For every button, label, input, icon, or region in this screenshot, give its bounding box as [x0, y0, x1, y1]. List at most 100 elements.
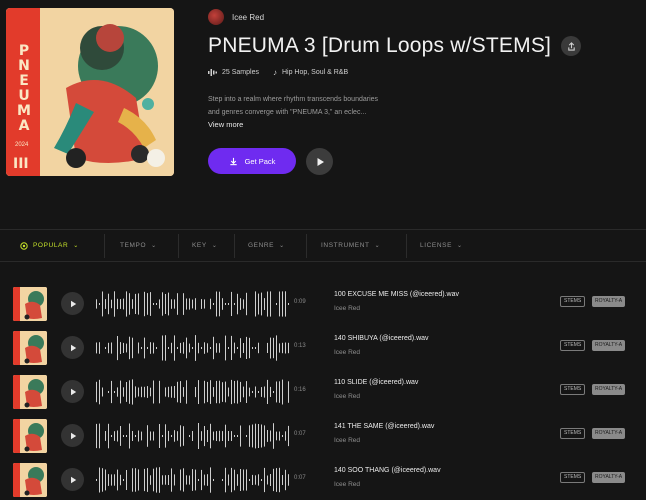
filter-license[interactable]: LICENSE ⌄ — [420, 230, 463, 261]
play-icon — [70, 432, 76, 439]
track-thumbnail — [13, 463, 47, 497]
track-author[interactable]: Icee Red — [334, 305, 360, 312]
track-thumbnail-art — [13, 419, 47, 453]
get-pack-button[interactable]: Get Pack — [208, 148, 296, 174]
chevron-down-icon: ⌄ — [374, 243, 381, 249]
stems-badge: STEMS — [560, 296, 586, 307]
filter-key[interactable]: KEY ⌄ — [192, 230, 217, 261]
filter-label: POPULAR — [33, 242, 69, 249]
track-title[interactable]: 140 SHIBUYA (@iceered).wav — [334, 335, 429, 342]
track-row[interactable]: 0:07 141 THE SAME (@iceered).wav Icee Re… — [0, 419, 646, 463]
track-waveform[interactable] — [96, 466, 291, 494]
play-icon — [317, 157, 324, 166]
genre-link[interactable]: ♪ Hip Hop, Soul & R&B — [273, 68, 348, 77]
track-row[interactable]: 0:07 140 SOO THANG (@iceered).wav Icee R… — [0, 463, 646, 500]
track-waveform[interactable] — [96, 378, 291, 406]
track-thumbnail-art — [13, 375, 47, 409]
pack-meta: 25 Samples ♪ Hip Hop, Soul & R&B — [208, 68, 348, 77]
share-button[interactable] — [561, 36, 582, 56]
play-icon — [70, 388, 76, 395]
stems-badge: STEMS — [560, 472, 586, 483]
track-duration: 0:07 — [294, 475, 306, 481]
filter-tempo[interactable]: TEMPO ⌄ — [120, 230, 157, 261]
filter-label: TEMPO — [120, 242, 147, 249]
get-pack-label: Get Pack — [244, 156, 276, 166]
samples-count: 25 Samples — [208, 69, 259, 76]
track-waveform[interactable] — [96, 422, 291, 450]
track-author[interactable]: Icee Red — [334, 437, 360, 444]
play-track-button[interactable] — [61, 336, 84, 359]
author-link[interactable]: Icee Red — [208, 9, 264, 25]
filter-label: LICENSE — [420, 242, 453, 249]
waveform-icon — [208, 69, 217, 76]
stems-badge: STEMS — [560, 340, 586, 351]
track-author[interactable]: Icee Red — [334, 349, 360, 356]
page-title: PNEUMA 3 [Drum Loops w/STEMS] — [208, 34, 552, 57]
chevron-down-icon: ⌄ — [73, 243, 79, 249]
track-thumbnail — [13, 419, 47, 453]
track-waveform[interactable] — [96, 290, 291, 318]
play-icon — [70, 344, 76, 351]
license-badge: ROYALTY-A — [592, 340, 626, 351]
track-title[interactable]: 140 SOO THANG (@iceered).wav — [334, 467, 441, 474]
filter-label: GENRE — [248, 242, 275, 249]
divider — [234, 234, 235, 258]
divider — [178, 234, 179, 258]
pack-cover-art[interactable]: PNEUMA III 2024 — [6, 8, 174, 176]
track-row[interactable]: 0:16 110 SLIDE (@iceered).wav Icee Red S… — [0, 375, 646, 419]
description-line-1: Step into a realm where rhythm transcend… — [208, 96, 379, 103]
track-thumbnail — [13, 287, 47, 321]
play-preview-button[interactable] — [306, 148, 333, 175]
track-author[interactable]: Icee Red — [334, 481, 360, 488]
filter-popular[interactable]: POPULAR ⌄ — [20, 230, 79, 261]
play-icon — [70, 300, 76, 307]
genre-label: Hip Hop, Soul & R&B — [281, 69, 349, 76]
track-duration: 0:07 — [294, 431, 306, 437]
track-row[interactable]: 0:13 140 SHIBUYA (@iceered).wav Icee Red… — [0, 331, 646, 375]
track-thumbnail-art — [13, 287, 47, 321]
play-track-button[interactable] — [61, 424, 84, 447]
view-more-link[interactable]: View more — [208, 120, 243, 129]
play-icon — [70, 476, 76, 483]
filter-label: INSTRUMENT — [321, 242, 370, 249]
play-track-button[interactable] — [61, 468, 84, 491]
chevron-down-icon: ⌄ — [211, 243, 218, 249]
license-badge: ROYALTY-A — [592, 428, 626, 439]
track-thumbnail — [13, 375, 47, 409]
track-title[interactable]: 110 SLIDE (@iceered).wav — [334, 379, 418, 386]
title-row: PNEUMA 3 [Drum Loops w/STEMS] — [208, 34, 582, 58]
play-track-button[interactable] — [61, 380, 84, 403]
description-line-2: and genres converge with "PNEUMA 3," an … — [208, 109, 367, 116]
filter-genre[interactable]: GENRE ⌄ — [248, 230, 285, 261]
track-row[interactable]: 0:09 100 EXCUSE ME MISS (@iceered).wav I… — [0, 287, 646, 331]
filter-instrument[interactable]: INSTRUMENT ⌄ — [321, 230, 380, 261]
cover-tag-text: 2024 — [15, 142, 29, 148]
chevron-down-icon: ⌄ — [457, 243, 463, 249]
track-author[interactable]: Icee Red — [334, 393, 360, 400]
license-badge: ROYALTY-A — [592, 296, 626, 307]
track-title[interactable]: 141 THE SAME (@iceered).wav — [334, 423, 434, 430]
cover-numeral-text: III — [13, 156, 29, 172]
track-thumbnail — [13, 331, 47, 365]
track-duration: 0:16 — [294, 387, 306, 393]
chevron-down-icon: ⌄ — [151, 243, 157, 249]
stems-badge: STEMS — [560, 384, 586, 395]
author-name: Icee Red — [232, 12, 265, 22]
license-badge: ROYALTY-A — [592, 384, 626, 395]
author-avatar — [208, 9, 224, 25]
track-duration: 0:13 — [294, 343, 306, 349]
track-thumbnail-art — [13, 463, 47, 497]
cover-title-text: PNEUMA — [17, 43, 31, 134]
track-duration: 0:09 — [294, 299, 306, 305]
filter-label: KEY — [192, 242, 207, 249]
share-icon — [567, 41, 575, 51]
license-badge: ROYALTY-A — [592, 472, 626, 483]
track-waveform[interactable] — [96, 334, 291, 362]
divider — [306, 234, 307, 258]
play-track-button[interactable] — [61, 292, 84, 315]
samples-count-label: 25 Samples — [222, 69, 259, 76]
pack-description: Step into a realm where rhythm transcend… — [208, 93, 448, 119]
divider — [104, 234, 105, 258]
track-title[interactable]: 100 EXCUSE ME MISS (@iceered).wav — [334, 291, 459, 298]
filter-bar: POPULAR ⌄ TEMPO ⌄ KEY ⌄ GENRE ⌄ INSTRUME… — [0, 229, 646, 262]
